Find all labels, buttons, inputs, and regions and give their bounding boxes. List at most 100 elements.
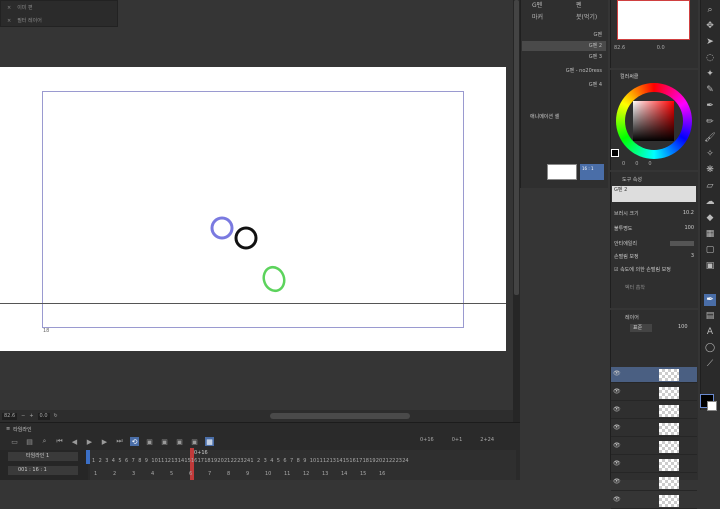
cel-icon[interactable]: ▣: [145, 437, 154, 446]
cel-value[interactable]: 16 : 1: [580, 164, 604, 180]
next-frame-icon[interactable]: ▶: [100, 437, 109, 446]
zoom-tool-icon[interactable]: ⌕: [704, 4, 716, 16]
antialias-row[interactable]: 안티에일리: [614, 238, 694, 248]
rotate-icon[interactable]: ↻: [54, 413, 58, 419]
cel-icon[interactable]: ▣: [175, 437, 184, 446]
brush-tool-icon[interactable]: 🖌: [704, 132, 716, 144]
magic-wand-icon[interactable]: ✦: [704, 68, 716, 80]
saturation-value-square[interactable]: [633, 101, 674, 141]
layer-row[interactable]: 👁: [611, 367, 697, 383]
tab-gpen[interactable]: G펜: [522, 1, 542, 10]
tab-pen[interactable]: 펜: [566, 1, 582, 10]
brush-item[interactable]: G펜 4: [522, 80, 606, 90]
cel-icon[interactable]: ▣: [190, 437, 199, 446]
navigator-thumbnail[interactable]: [617, 0, 690, 40]
visibility-eye-icon[interactable]: 👁: [613, 478, 621, 485]
tab-timeline[interactable]: 타임라인: [13, 426, 31, 433]
nav-angle-value[interactable]: 0.0: [657, 45, 665, 51]
eraser-icon[interactable]: ▱: [704, 180, 716, 192]
layer-row[interactable]: 👁: [611, 385, 697, 401]
last-frame-icon[interactable]: ⏭: [115, 437, 124, 446]
visibility-eye-icon[interactable]: 👁: [613, 460, 621, 467]
zoom-in-icon[interactable]: +: [29, 413, 33, 419]
nav-zoom-value[interactable]: 82.6: [614, 45, 625, 51]
eyedropper-icon[interactable]: ✎: [704, 84, 716, 96]
tab-marker[interactable]: 마커: [522, 13, 543, 22]
edit-icon[interactable]: ▤: [25, 437, 34, 446]
opacity-row[interactable]: 불투명도 100: [614, 223, 694, 233]
brush-item[interactable]: G펜: [522, 30, 606, 40]
ruler-icon[interactable]: ▤: [704, 310, 716, 322]
foreground-swatch[interactable]: [611, 149, 619, 157]
row-value[interactable]: 10.2: [683, 210, 694, 216]
layer-row[interactable]: 👁: [611, 421, 697, 437]
close-icon[interactable]: ×: [7, 5, 11, 11]
lasso-tool-icon[interactable]: ◌: [704, 52, 716, 64]
frame-icon[interactable]: ▣: [704, 260, 716, 272]
fill-tool-icon[interactable]: ◆: [704, 212, 716, 224]
layer-row[interactable]: 👁: [611, 457, 697, 473]
layer-row[interactable]: 👁: [611, 493, 697, 509]
pen-tool-icon[interactable]: ✒: [704, 100, 716, 112]
play-icon[interactable]: ▶: [85, 437, 94, 446]
visibility-eye-icon[interactable]: 👁: [613, 424, 621, 431]
floating-row[interactable]: × 이미 편: [1, 1, 117, 14]
prev-frame-icon[interactable]: ◀: [70, 437, 79, 446]
new-timeline-icon[interactable]: ▭: [10, 437, 19, 446]
cel-thumbnail[interactable]: [547, 164, 577, 180]
row-value[interactable]: 100: [684, 225, 694, 231]
layer-opacity[interactable]: 100: [678, 324, 688, 330]
floating-row[interactable]: × 필터 레이어: [1, 14, 117, 27]
layer-row[interactable]: 👁: [611, 475, 697, 491]
layer-row[interactable]: 👁: [611, 439, 697, 455]
move-tool-icon[interactable]: ✥: [704, 20, 716, 32]
timeline-select[interactable]: 타임라인 1: [8, 452, 78, 461]
horizontal-scrollbar[interactable]: [270, 413, 410, 419]
layer-row[interactable]: 👁: [611, 403, 697, 419]
color-value[interactable]: 0: [622, 161, 625, 167]
visibility-eye-icon[interactable]: 👁: [613, 370, 621, 377]
brush-item[interactable]: G펜 - no20ress: [522, 66, 606, 76]
loop-icon[interactable]: ⟲: [130, 437, 139, 446]
stabilization-row[interactable]: 손떨림 보정 3: [614, 251, 694, 261]
brush-size-row[interactable]: 브러시 크기 10.2: [614, 208, 694, 218]
brush-item[interactable]: G펜 2: [522, 41, 606, 51]
blend-tool-icon[interactable]: ☁: [704, 196, 716, 208]
visibility-eye-icon[interactable]: 👁: [613, 388, 621, 395]
correct-line-icon[interactable]: ⟋: [704, 358, 716, 370]
antialias-selector[interactable]: [670, 240, 694, 246]
first-frame-icon[interactable]: ⏮: [55, 437, 64, 446]
visibility-eye-icon[interactable]: 👁: [613, 442, 621, 449]
gradient-icon[interactable]: ▦: [704, 228, 716, 240]
zoom-out-icon[interactable]: −: [21, 413, 25, 419]
angle-field[interactable]: 0.0: [37, 412, 50, 420]
zoom-field[interactable]: 82.6: [2, 412, 18, 420]
figure-icon[interactable]: ▢: [704, 244, 716, 256]
decoration-icon[interactable]: ❋: [704, 164, 716, 176]
speed-stabilization-checkbox[interactable]: ☑ 속도에 의한 손떨림 보정: [614, 266, 671, 273]
start-marker[interactable]: [86, 450, 90, 464]
menu-icon[interactable]: ≡: [6, 426, 10, 432]
visibility-eye-icon[interactable]: 👁: [613, 406, 621, 413]
visibility-eye-icon[interactable]: 👁: [613, 496, 621, 503]
brush-item[interactable]: G펜 3: [522, 52, 606, 62]
operation-tool-icon[interactable]: ➤: [704, 36, 716, 48]
vertical-scrollbar[interactable]: [514, 0, 519, 295]
cel-icon[interactable]: ▣: [160, 437, 169, 446]
pen-tool-active-icon[interactable]: ✒: [704, 294, 716, 306]
tab-brush[interactable]: 붓(먹기): [566, 13, 597, 22]
text-tool-icon[interactable]: A: [704, 326, 716, 338]
sub-color-swatch[interactable]: [707, 401, 717, 411]
pencil-tool-icon[interactable]: ✏: [704, 116, 716, 128]
color-value[interactable]: 0: [635, 161, 638, 167]
onion-skin-icon[interactable]: ▦: [205, 437, 214, 446]
color-value[interactable]: 0: [648, 161, 651, 167]
ruler-tick: 22: [389, 458, 396, 464]
close-icon[interactable]: ×: [7, 18, 11, 24]
blend-mode-select[interactable]: 표준: [630, 324, 652, 332]
row-value[interactable]: 3: [691, 253, 694, 259]
balloon-icon[interactable]: ◯: [704, 342, 716, 354]
airbrush-icon[interactable]: ✧: [704, 148, 716, 160]
track-label[interactable]: 001 : 16 : 1: [8, 466, 78, 475]
zoom-icon[interactable]: ⌕: [40, 437, 49, 446]
